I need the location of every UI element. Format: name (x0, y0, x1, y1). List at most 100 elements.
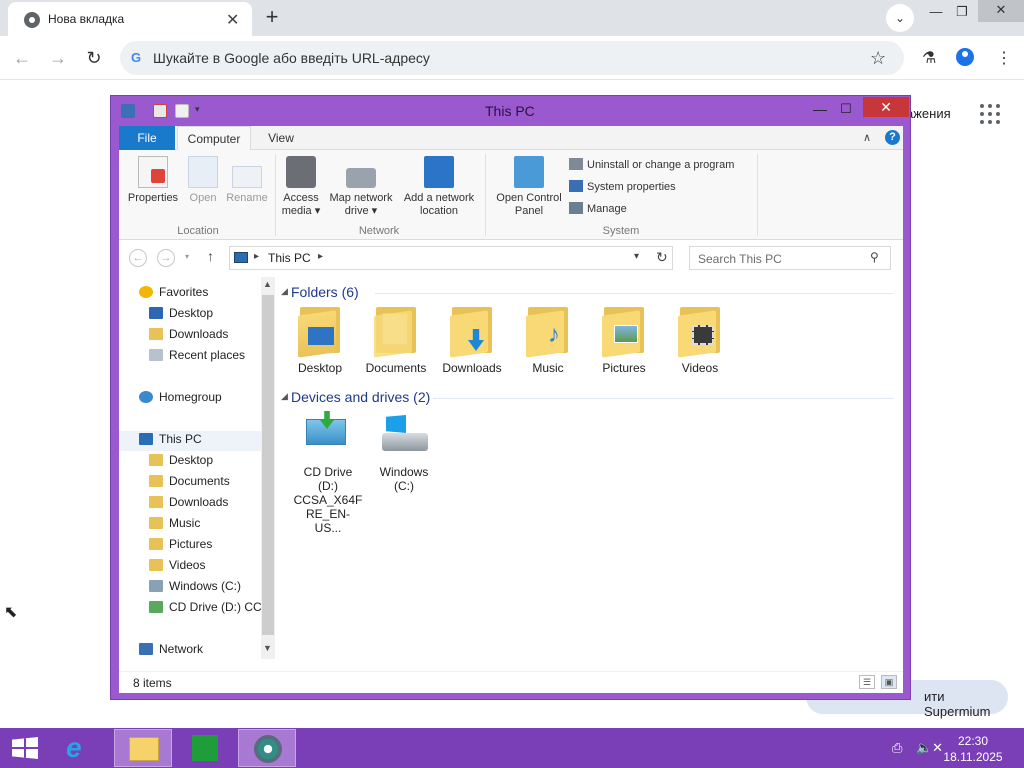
network-tray-icon[interactable]: ⎙ (892, 740, 902, 756)
new-folder-qa-icon[interactable] (175, 104, 189, 118)
nav-scrollbar[interactable]: ▲ ▼ (261, 277, 275, 659)
nav-homegroup[interactable]: Homegroup (139, 390, 222, 404)
minimize-button[interactable]: — (811, 101, 829, 117)
chevron-right-icon[interactable]: ▸ (254, 251, 259, 262)
start-button[interactable] (12, 737, 38, 759)
images-link[interactable]: ажения (906, 106, 951, 121)
cd-drive-tile[interactable]: CD Drive (D:) CCSA_X64F RE_EN-US... (293, 411, 363, 535)
folder-downloads[interactable]: Downloads (437, 303, 507, 375)
tab-search-button[interactable]: ⌄ (886, 4, 914, 32)
address-bar[interactable]: ▸ This PC ▸ ▾ ↻ (229, 246, 673, 270)
omnibox[interactable]: G Шукайте в Google або введіть URL-адрес… (120, 41, 904, 75)
cd-drive-icon (302, 411, 354, 457)
omnibox-placeholder[interactable]: Шукайте в Google або введіть URL-адресу (153, 50, 430, 66)
chrome-menu-icon[interactable]: ⋮ (996, 48, 1012, 68)
open-cp-label-1: Open Control (496, 192, 562, 204)
recent-locations-icon[interactable]: ▾ (185, 252, 189, 261)
address-path[interactable]: This PC (268, 251, 311, 265)
google-apps-icon[interactable] (980, 104, 1000, 124)
folders-header[interactable]: Folders (6) (291, 284, 359, 300)
search-input[interactable]: Search This PC ⚲ (689, 246, 891, 270)
nav-pc-music[interactable]: Music (149, 516, 200, 530)
forward-icon[interactable]: → (157, 249, 175, 267)
help-icon[interactable]: ? (885, 130, 900, 145)
nav-label: Favorites (159, 285, 209, 299)
qa-customize-icon[interactable]: ▾ (195, 104, 200, 115)
uninstall-program-button[interactable]: Uninstall or change a program (569, 158, 734, 171)
this-pc-icon (139, 433, 153, 445)
nav-pc-windows[interactable]: Windows (C:) (149, 579, 241, 593)
properties-button[interactable]: Properties (125, 156, 181, 205)
close-button[interactable]: ✕ (863, 97, 909, 117)
tab-close-icon[interactable]: ✕ (226, 10, 239, 30)
ribbon-separator (757, 154, 758, 236)
nav-pc-pictures[interactable]: Pictures (149, 537, 212, 551)
collapse-group-icon[interactable]: ◢ (281, 286, 288, 297)
folder-videos[interactable]: Videos (665, 303, 735, 375)
folder-pictures[interactable]: Pictures (589, 303, 659, 375)
chrome-minimize-button[interactable]: — (924, 2, 948, 22)
rename-button[interactable]: Rename (225, 156, 269, 205)
search-icon[interactable]: ⚲ (870, 250, 879, 264)
google-icon: G (130, 50, 142, 65)
address-row: ← → ▾ ↑ ▸ This PC ▸ ▾ ↻ Search This PC ⚲ (119, 241, 903, 277)
clock[interactable]: 22:30 18.11.2025 (932, 733, 1014, 765)
open-button[interactable]: Open (183, 156, 223, 205)
nav-pc-downloads[interactable]: Downloads (149, 495, 228, 509)
folder-music[interactable]: ♪ Music (513, 303, 583, 375)
details-view-icon[interactable]: ☰ (859, 675, 875, 689)
manage-button[interactable]: Manage (569, 202, 627, 215)
labs-flask-icon[interactable]: ⚗ (922, 48, 936, 68)
scroll-down-icon[interactable]: ▼ (263, 643, 272, 653)
reload-button[interactable]: ↻ (84, 48, 104, 68)
new-tab-button[interactable]: + (260, 5, 284, 29)
devices-header[interactable]: Devices and drives (2) (291, 389, 430, 405)
forward-button[interactable]: → (48, 48, 68, 68)
chrome-close-button[interactable]: ✕ (978, 0, 1024, 22)
collapse-group-icon[interactable]: ◢ (281, 391, 288, 402)
internet-explorer-button[interactable]: e (52, 729, 110, 767)
nav-network[interactable]: Network (139, 642, 203, 656)
large-icons-view-icon[interactable]: ▣ (881, 675, 897, 689)
scroll-thumb[interactable] (262, 295, 274, 635)
back-button[interactable]: ← (12, 48, 32, 68)
nav-fav-desktop[interactable]: Desktop (149, 306, 213, 320)
access-media-button[interactable]: Access media ▾ (279, 156, 323, 218)
nav-fav-recent[interactable]: Recent places (149, 348, 245, 362)
tab-view[interactable]: View (261, 126, 301, 150)
tab-file[interactable]: File (119, 126, 175, 150)
supermium-button[interactable] (238, 729, 296, 767)
nav-pc-videos[interactable]: Videos (149, 558, 205, 572)
chevron-right-icon[interactable]: ▸ (318, 251, 323, 262)
tab-computer[interactable]: Computer (177, 126, 251, 151)
explorer-titlebar[interactable]: ▾ This PC — ☐ ✕ (111, 96, 910, 126)
folder-documents[interactable]: Documents (361, 303, 431, 375)
nav-favorites[interactable]: Favorites (139, 285, 208, 299)
add-network-location-button[interactable]: Add a network location (399, 156, 479, 218)
refresh-icon[interactable]: ↻ (656, 249, 668, 266)
scroll-up-icon[interactable]: ▲ (263, 279, 272, 289)
open-control-panel-button[interactable]: Open Control Panel (489, 156, 569, 218)
bookmark-star-icon[interactable]: ☆ (870, 48, 886, 69)
folder-desktop[interactable]: Desktop (285, 303, 355, 375)
nav-pc-cd-drive[interactable]: CD Drive (D:) CCS (149, 600, 261, 614)
properties-qa-icon[interactable] (153, 104, 167, 118)
nav-this-pc[interactable]: This PC (139, 432, 202, 446)
maximize-button[interactable]: ☐ (837, 101, 855, 117)
tab-new-tab[interactable]: Нова вкладка ✕ (8, 2, 252, 36)
system-properties-button[interactable]: System properties (569, 180, 676, 193)
nav-pc-desktop[interactable]: Desktop (149, 453, 213, 467)
store-button[interactable] (176, 729, 234, 767)
map-network-drive-button[interactable]: Map network drive ▾ (325, 156, 397, 218)
windows-drive-tile[interactable]: Windows (C:) (369, 411, 439, 493)
chrome-restore-button[interactable]: ❐ (950, 2, 974, 22)
nav-fav-downloads[interactable]: Downloads (149, 327, 228, 341)
up-arrow-icon[interactable]: ↑ (207, 248, 214, 264)
chevron-down-icon[interactable]: ▾ (634, 251, 639, 262)
back-icon[interactable]: ← (129, 249, 147, 267)
collapse-ribbon-icon[interactable]: ∧ (863, 131, 871, 144)
profile-icon[interactable] (956, 48, 974, 66)
nav-pc-documents[interactable]: Documents (149, 474, 230, 488)
desktop-folder-icon (298, 303, 342, 358)
file-explorer-button[interactable] (114, 729, 172, 767)
